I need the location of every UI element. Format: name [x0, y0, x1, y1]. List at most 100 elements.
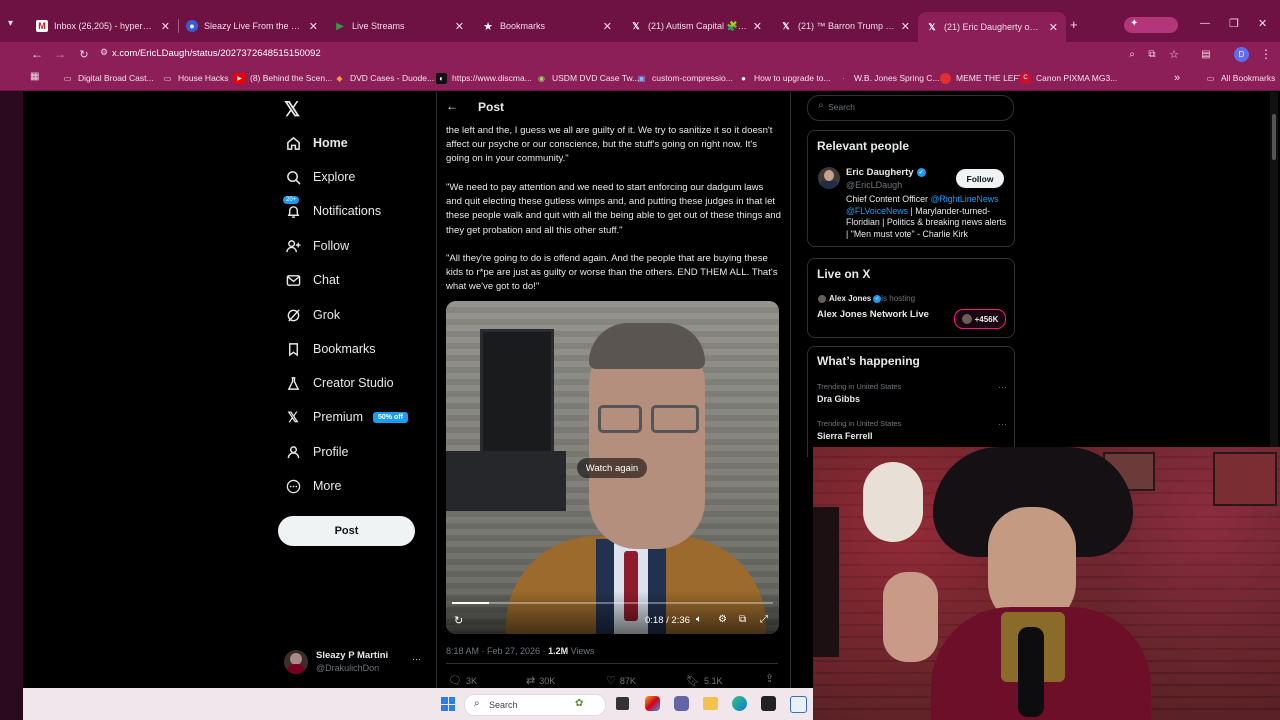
teams-icon[interactable] [674, 696, 689, 711]
store-icon[interactable] [761, 696, 776, 711]
tab-live-streams[interactable]: ▶ Live Streams ✕ [326, 13, 472, 39]
sidebar-item-home[interactable]: Home [285, 131, 348, 155]
repost-button[interactable]: ⇄ 30K [526, 674, 555, 687]
back-arrow-icon[interactable]: ← [446, 99, 458, 113]
sidebar-item-more[interactable]: More [285, 474, 341, 498]
page-scrollbar[interactable] [1270, 92, 1278, 447]
verified-badge-icon: ✓ [916, 168, 926, 177]
bookmark-item[interactable]: ◐ https://www.discma... [436, 66, 532, 90]
search-box[interactable]: ⌕ Search [807, 95, 1014, 121]
task-view-icon[interactable] [616, 697, 629, 710]
tab-barron-trump[interactable]: 𝕏 (21) ™ Barron Trump us on ✕ [772, 13, 918, 39]
settings-gear-icon[interactable]: ⚙ [718, 614, 727, 625]
bookmark-item[interactable]: ◉ USDM DVD Case Tw... [536, 66, 639, 90]
close-icon[interactable]: ✕ [753, 20, 762, 33]
close-icon[interactable]: ✕ [309, 20, 318, 33]
profile-avatar[interactable]: D [1234, 47, 1249, 62]
file-explorer-icon[interactable] [703, 697, 718, 710]
bio-link[interactable]: @FLVoiceNews [846, 206, 908, 216]
person-name[interactable]: Eric Daugherty ✓ [846, 167, 926, 178]
more-icon[interactable]: ··· [998, 382, 1007, 392]
new-tab-plus-icon[interactable]: + [1070, 17, 1078, 32]
edge-icon[interactable] [732, 696, 747, 711]
bookmark-item[interactable]: MEME THE LEFT [940, 66, 1024, 90]
watch-again-button[interactable]: Watch again [577, 458, 647, 478]
close-icon[interactable]: ✕ [901, 20, 910, 33]
tab-inbox[interactable]: M Inbox (26,205) - hyperealpro ✕ [28, 13, 178, 39]
bookmark-item[interactable]: C Canon PIXMA MG3... [1020, 66, 1117, 90]
share-icon[interactable]: ⇪ [765, 672, 774, 685]
install-icon[interactable]: ⧉ [1144, 46, 1160, 62]
tab-sleazy-live[interactable]: ● Sleazy Live From the Bunker ✕ [178, 13, 326, 39]
x-icon: 𝕏 [782, 20, 790, 31]
site-info-icon[interactable]: ⚙ [100, 47, 110, 61]
maximize-icon[interactable]: ❐ [1229, 17, 1239, 30]
replay-icon[interactable]: ↻ [454, 614, 463, 627]
window-close-icon[interactable]: ✕ [1258, 17, 1267, 30]
sidebar-item-premium[interactable]: 𝕏 Premium 50% off [285, 405, 408, 429]
picture-in-picture-icon[interactable]: ⧉ [739, 614, 746, 625]
menu-kebab-icon[interactable]: ⋮ [1258, 46, 1274, 62]
more-bookmarks-chevron[interactable]: » [1174, 66, 1180, 90]
video-progress-bar[interactable] [452, 602, 773, 604]
taskbar-search[interactable]: ⌕ Search ✿ [464, 694, 606, 716]
bookmark-item[interactable]: ▭ House Hacks [162, 66, 229, 90]
follow-button[interactable]: Follow [956, 169, 1004, 188]
close-icon[interactable]: ✕ [1049, 21, 1058, 34]
sidebar-item-follow[interactable]: Follow [285, 234, 349, 258]
close-icon[interactable]: ✕ [603, 20, 612, 33]
live-show-title[interactable]: Alex Jones Network Live [817, 309, 929, 320]
account-switcher[interactable]: Sleazy P Martini @DrakulichDon ··· [284, 648, 429, 678]
zoom-icon[interactable]: ⌕ [1124, 46, 1140, 62]
sidebar-item-notifications[interactable]: 20+ Notifications [283, 196, 381, 223]
bookmark-item[interactable]: ▣ custom-compressio... [636, 66, 733, 90]
x-logo-icon[interactable]: 𝕏 [284, 97, 300, 122]
bookmark-item[interactable]: ▶ (8) Behind the Scen... [234, 66, 332, 90]
video-player[interactable]: Watch again ↻ 0:18 / 2:36 🔈︎ ⚙ ⧉ ⤢ [446, 301, 779, 634]
forward-arrow-icon[interactable]: → [52, 46, 68, 62]
more-icon[interactable]: ··· [998, 419, 1007, 429]
gemini-button[interactable]: ✦ [1124, 17, 1178, 33]
post-button[interactable]: Post [278, 516, 415, 546]
volume-icon[interactable]: 🔈︎ [696, 614, 702, 625]
bookmark-item[interactable]: · W.B. Jones Spring C... [838, 66, 939, 90]
trend-item[interactable]: Trending in United States Dra Gibbs ··· [817, 382, 1007, 404]
copilot-icon[interactable] [645, 696, 660, 711]
trend-name: Dra Gibbs [817, 394, 861, 404]
like-button[interactable]: ♡ 87K [606, 674, 636, 687]
bookmark-button[interactable]: 🔖︎ 5.1K [686, 674, 722, 687]
address-bar[interactable]: x.com/EricLDaugh/status/2027372648515150… [112, 45, 1112, 63]
bookmark-star-icon[interactable]: ☆ [1166, 46, 1182, 62]
bookmark-item[interactable]: ▭ Digital Broad Cast... [62, 66, 154, 90]
reload-icon[interactable]: ↻ [76, 46, 92, 62]
close-icon[interactable]: ✕ [161, 20, 170, 33]
live-listeners-badge[interactable]: +456K [954, 309, 1006, 329]
reply-button[interactable]: 🗨︎ 3K [448, 674, 477, 687]
close-icon[interactable]: ✕ [455, 20, 464, 33]
sidebar-item-explore[interactable]: Explore [285, 165, 355, 189]
tab-bookmarks[interactable]: ★ Bookmarks ✕ [474, 13, 620, 39]
tab-eric-daugherty[interactable]: 𝕏 (21) Eric Daugherty on X: " ✕ [918, 12, 1066, 42]
tab-search-icon[interactable]: ▾ [8, 18, 22, 32]
start-windows-icon[interactable] [441, 697, 455, 711]
apps-grid-icon[interactable]: ▦ [30, 71, 39, 82]
bookmark-item[interactable]: ● How to upgrade to... [738, 66, 830, 90]
sidebar-item-creator-studio[interactable]: Creator Studio [285, 371, 394, 395]
sidebar-item-chat[interactable]: Chat [285, 268, 339, 292]
bookmark-item[interactable]: ◆ DVD Cases - Duode... [334, 66, 434, 90]
bio-link[interactable]: @RightLineNews [930, 194, 998, 204]
fullscreen-icon[interactable]: ⤢ [760, 614, 768, 625]
sidebar-item-bookmarks[interactable]: Bookmarks [285, 337, 376, 361]
sidebar-item-grok[interactable]: Grok [285, 303, 340, 327]
bell-icon: 20+ [283, 196, 301, 219]
minimize-icon[interactable]: — [1200, 18, 1210, 29]
back-arrow-icon[interactable]: ← [29, 46, 45, 62]
settings-app-icon[interactable] [790, 696, 807, 713]
trend-item[interactable]: Trending in United States Sierra Ferrell… [817, 419, 1007, 441]
scrollbar-thumb[interactable] [1272, 114, 1276, 160]
all-bookmarks[interactable]: ▭ All Bookmarks [1205, 66, 1276, 90]
tab-autism-capital[interactable]: 𝕏 (21) Autism Capital 🧩 on X: ✕ [622, 13, 770, 39]
avatar[interactable] [818, 167, 840, 189]
sidebar-item-profile[interactable]: Profile [285, 440, 348, 464]
side-panel-icon[interactable]: ▤ [1198, 46, 1214, 62]
